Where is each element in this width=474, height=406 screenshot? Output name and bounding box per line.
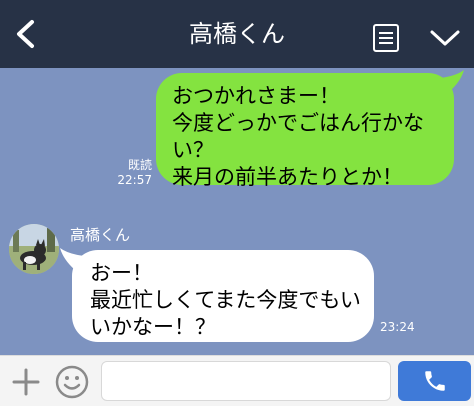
phone-icon <box>424 371 445 391</box>
chevron-down-icon <box>430 30 460 46</box>
outgoing-message-bubble: おつかれさまー！ 今度どっかでごはん行かない？ 来月の前半あたりとか！ <box>156 73 454 189</box>
incoming-message-bubble: おー！ 最近忙しくてまた今度でもいいかなー！？ <box>72 250 374 342</box>
dog-photo-avatar[interactable] <box>9 224 59 274</box>
emoji-button[interactable] <box>52 362 92 402</box>
add-button[interactable] <box>8 364 44 400</box>
sender-name: 高橋くん <box>70 226 131 244</box>
message-input-bar <box>0 355 474 406</box>
avatar-image <box>9 224 59 274</box>
memo-button[interactable] <box>366 18 406 58</box>
plus-icon <box>12 368 40 396</box>
read-label: 既読 <box>127 158 152 172</box>
call-button[interactable] <box>398 361 471 401</box>
read-receipt: 既読 22:57 <box>108 158 152 188</box>
note-icon <box>373 24 399 52</box>
menu-button[interactable] <box>424 18 466 58</box>
incoming-time: 23:24 <box>380 320 415 334</box>
outgoing-time: 22:57 <box>117 173 152 187</box>
smiley-icon <box>55 365 89 399</box>
chat-header: 高橋くん <box>0 0 474 68</box>
message-input[interactable] <box>101 361 391 401</box>
